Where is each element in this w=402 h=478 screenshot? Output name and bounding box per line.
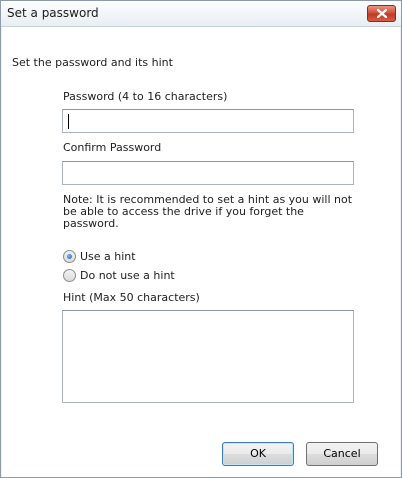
hint-textarea[interactable] [62,310,354,403]
confirm-password-label: Confirm Password [63,141,162,154]
password-field[interactable] [62,109,354,133]
hint-label: Hint (Max 50 characters) [63,291,200,304]
dialog-body: Set the password and its hint Password (… [2,27,400,477]
cancel-button[interactable]: Cancel [306,442,378,466]
radio-selected-icon [63,250,76,263]
ok-button[interactable]: OK [222,442,294,466]
dialog-heading: Set the password and its hint [12,56,173,69]
close-icon [377,9,387,18]
window-title: Set a password [7,6,99,20]
close-button[interactable] [367,5,396,22]
password-label: Password (4 to 16 characters) [63,90,228,103]
text-cursor [68,114,69,129]
use-hint-label: Use a hint [80,250,136,263]
dialog-window: Set a password Set the password and its … [0,0,402,478]
title-bar: Set a password [1,1,401,27]
confirm-password-field[interactable] [62,161,354,185]
hint-note: Note: It is recommended to set a hint as… [63,193,353,230]
radio-unselected-icon [63,269,76,282]
no-hint-label: Do not use a hint [80,269,175,282]
